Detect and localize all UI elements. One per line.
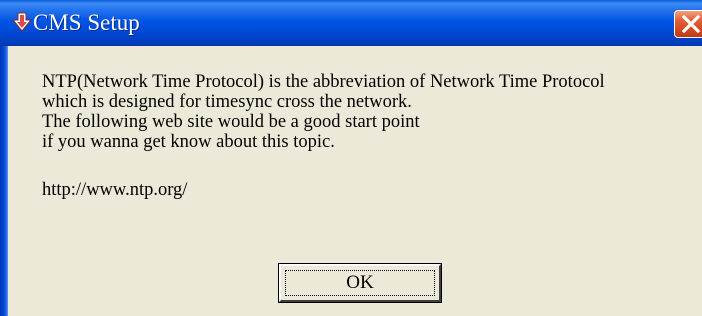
ok-button[interactable]: OK — [278, 263, 442, 303]
message-line: which is designed for timesync cross the… — [42, 92, 412, 112]
app-download-arrow-icon — [11, 11, 33, 33]
message-text: NTP(Network Time Protocol) is the abbrev… — [42, 72, 698, 152]
message-line: NTP(Network Time Protocol) is the abbrev… — [42, 72, 605, 92]
close-x-icon — [681, 14, 701, 34]
title-bar[interactable]: CMS Setup — [0, 0, 702, 46]
cms-setup-dialog: CMS Setup NTP(Network Time Protocol) is … — [0, 0, 702, 316]
message-line: if you wanna get know about this topic. — [42, 132, 335, 152]
window-left-border — [0, 46, 8, 316]
ok-button-label: OK — [346, 272, 374, 293]
message-line: The following web site would be a good s… — [42, 112, 420, 132]
close-button[interactable] — [674, 10, 702, 38]
ntp-url-text: http://www.ntp.org/ — [42, 180, 188, 200]
window-title: CMS Setup — [33, 10, 140, 35]
